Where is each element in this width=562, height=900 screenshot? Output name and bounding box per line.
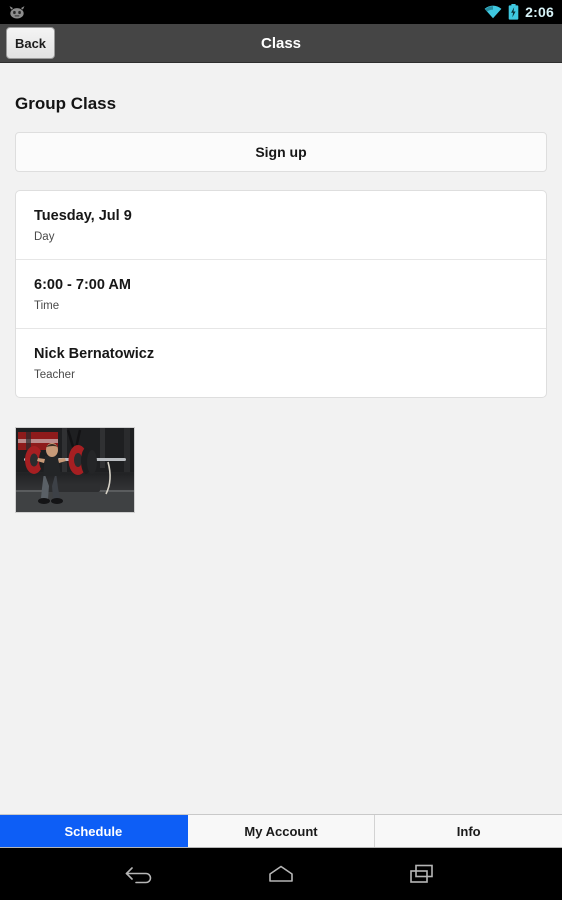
table-row[interactable]: Tuesday, Jul 9 Day xyxy=(16,191,546,259)
status-bar: 2:06 xyxy=(0,0,562,24)
detail-value: Tuesday, Jul 9 xyxy=(34,208,132,224)
main-content: Group Class Sign up Tuesday, Jul 9 Day 6… xyxy=(0,64,562,814)
page-title: Group Class xyxy=(15,94,117,113)
detail-label: Time xyxy=(34,300,60,313)
table-row[interactable]: Nick Bernatowicz Teacher xyxy=(16,327,546,397)
class-details-card: Tuesday, Jul 9 Day 6:00 - 7:00 AM Time N… xyxy=(15,190,547,398)
android-app-icon xyxy=(9,6,25,19)
tab-my-account[interactable]: My Account xyxy=(187,815,376,847)
status-bar-clock: 2:06 xyxy=(525,3,554,20)
recents-nav-icon xyxy=(409,864,433,883)
page-header-title: Class xyxy=(260,34,302,52)
home-nav-button[interactable] xyxy=(253,854,309,894)
bottom-tab-bar: Schedule My Account Info xyxy=(0,814,562,848)
detail-label: Teacher xyxy=(34,368,75,381)
detail-value: Nick Bernatowicz xyxy=(34,345,155,362)
android-device-screen: 2:06 Class Back Group Class Sign up Tues… xyxy=(0,0,562,900)
class-photo[interactable] xyxy=(15,427,135,513)
recents-nav-button[interactable] xyxy=(394,854,450,894)
detail-label: Day xyxy=(34,231,55,244)
action-bar: Class Back xyxy=(0,24,562,63)
back-button[interactable]: Back xyxy=(6,27,55,59)
back-nav-icon xyxy=(126,867,152,884)
back-nav-button[interactable] xyxy=(112,854,168,894)
status-bar-system-icons: 2:06 xyxy=(484,4,554,20)
battery-charging-icon xyxy=(508,4,519,20)
home-nav-icon xyxy=(269,865,293,882)
tab-info[interactable]: Info xyxy=(375,815,562,847)
table-row[interactable]: 6:00 - 7:00 AM Time xyxy=(16,258,546,328)
tab-schedule[interactable]: Schedule xyxy=(0,815,188,847)
wifi-icon xyxy=(484,5,502,19)
android-navigation-bar xyxy=(0,848,562,900)
sign-up-button[interactable]: Sign up xyxy=(15,132,547,172)
status-bar-notifications xyxy=(8,4,26,20)
detail-value: 6:00 - 7:00 AM xyxy=(34,276,131,293)
